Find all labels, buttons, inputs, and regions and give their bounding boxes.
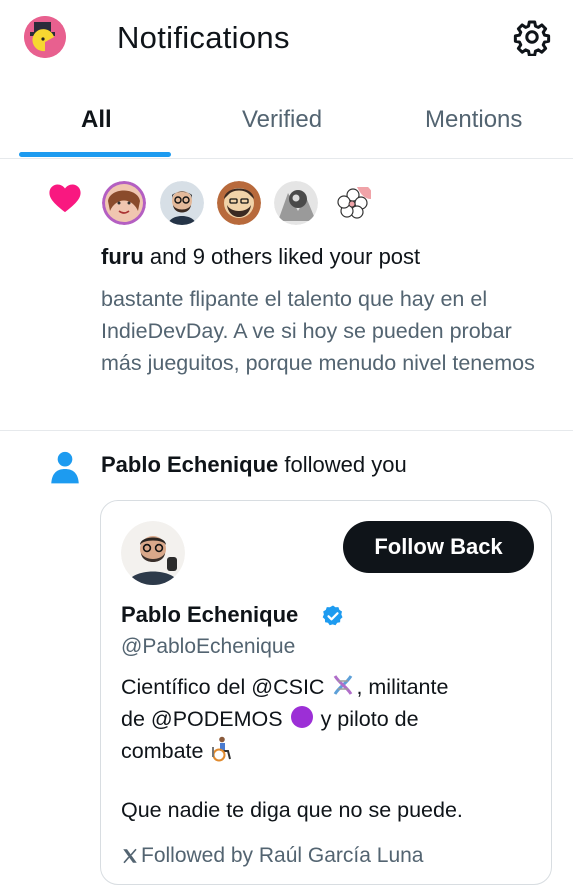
- person-icon: [51, 451, 79, 484]
- tab-all[interactable]: All: [81, 106, 112, 134]
- liker-avatar[interactable]: [215, 179, 263, 227]
- tab-verified[interactable]: Verified: [242, 106, 322, 134]
- liker-avatar[interactable]: [272, 179, 320, 227]
- follow-back-button[interactable]: Follow Back: [343, 521, 534, 573]
- user-card-bio: Científico del @CSIC , militante de @POD…: [121, 671, 536, 767]
- bio-text: , militante: [356, 675, 449, 699]
- top-bar: Notifications: [0, 0, 573, 78]
- gear-icon[interactable]: [513, 18, 551, 57]
- x-logo-icon: [123, 848, 137, 864]
- follower-name[interactable]: Pablo Echenique: [101, 452, 278, 477]
- active-tab-indicator: [19, 152, 171, 157]
- follow-summary-text: followed you: [278, 452, 407, 477]
- verified-badge-icon: [322, 605, 343, 626]
- bio-text: combate: [121, 739, 210, 763]
- purple-circle-icon: [290, 706, 313, 728]
- like-summary-text: and 9 others liked your post: [143, 244, 421, 269]
- profile-avatar[interactable]: [24, 16, 66, 58]
- liker-avatar[interactable]: [329, 179, 377, 227]
- notification-divider: [0, 430, 573, 431]
- user-card-avatar[interactable]: [121, 521, 185, 585]
- liker-avatar[interactable]: [158, 179, 206, 227]
- follow-summary: Pablo Echenique followed you: [101, 452, 407, 478]
- like-summary: furu and 9 others liked your post: [101, 244, 420, 270]
- tabs-divider: [0, 158, 573, 159]
- tab-mentions[interactable]: Mentions: [425, 106, 522, 134]
- bio-text: de @PODEMOS: [121, 707, 289, 731]
- user-card-handle[interactable]: @PabloEchenique: [121, 635, 295, 659]
- bio-text: Científico del @CSIC: [121, 675, 331, 699]
- user-card-name[interactable]: Pablo Echenique: [121, 602, 298, 628]
- dna-icon: [334, 675, 353, 695]
- notification-tabs: All Verified Mentions: [0, 92, 573, 158]
- liker-avatar[interactable]: [100, 179, 148, 227]
- bio-text: y piloto de: [314, 707, 419, 731]
- followed-by[interactable]: Followed by Raúl García Luna: [121, 844, 424, 868]
- post-snippet[interactable]: bastante flipante el talento que hay en …: [101, 283, 541, 379]
- heart-icon: [49, 184, 81, 213]
- followed-by-text: Followed by Raúl García Luna: [141, 844, 424, 867]
- user-card[interactable]: Follow Back Pablo Echenique @PabloEcheni…: [100, 500, 552, 885]
- liker-name[interactable]: furu: [101, 244, 144, 269]
- wheelchair-person-icon: [212, 736, 232, 762]
- user-card-bio-quote: Que nadie te diga que no se puede.: [121, 798, 463, 822]
- page-title: Notifications: [117, 20, 290, 55]
